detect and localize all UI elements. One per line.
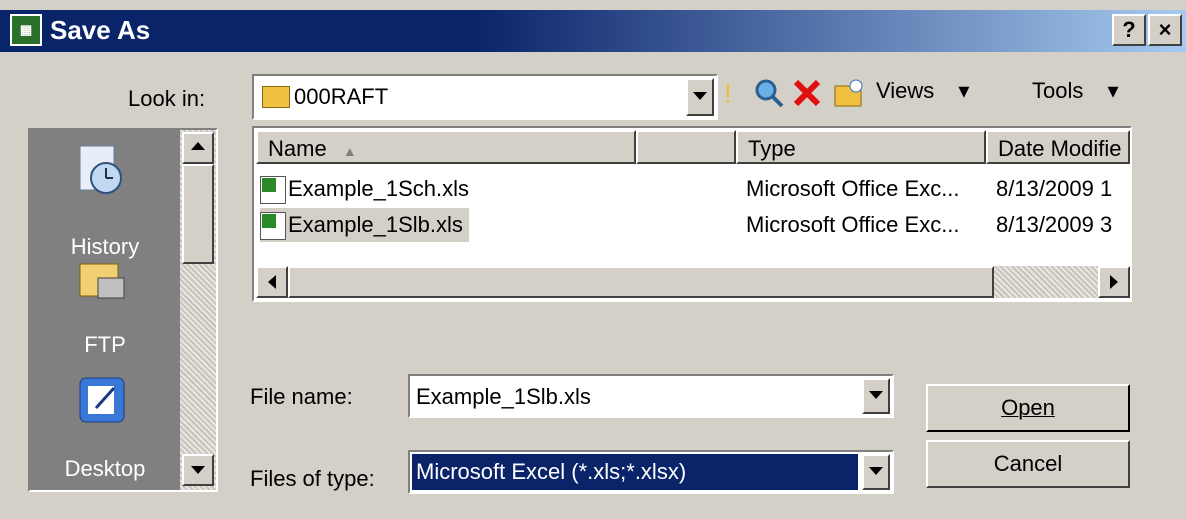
look-in-label: Look in:: [128, 86, 206, 111]
file-type-value: Microsoft Excel (*.xls;*.xlsx): [411, 453, 859, 491]
ftp-icon: [70, 260, 134, 312]
views-dropdown-icon: ▾: [958, 78, 970, 103]
scroll-right-button[interactable]: [1098, 266, 1130, 298]
file-type-label: Files of type:: [250, 466, 375, 491]
cancel-button[interactable]: Cancel: [926, 440, 1130, 488]
table-row[interactable]: Example_1Sch.xls: [260, 172, 634, 206]
look-in-dropdown-arrow[interactable]: [686, 78, 714, 116]
delete-icon[interactable]: [792, 78, 822, 108]
file-date: 8/13/2009 1: [996, 176, 1113, 201]
sort-ascending-icon: ▲: [342, 143, 357, 159]
tools-dropdown-icon: ▾: [1107, 78, 1119, 103]
history-icon: [70, 144, 134, 196]
file-type: Microsoft Office Exc...: [746, 176, 960, 201]
excel-file-icon: [260, 176, 286, 205]
file-type-select[interactable]: Microsoft Excel (*.xls;*.xlsx): [408, 450, 894, 494]
views-menu[interactable]: Views ▾: [876, 78, 969, 104]
scroll-down-button[interactable]: [182, 454, 214, 486]
folder-icon: [262, 86, 290, 108]
file-name: Example_1Slb.xls: [288, 212, 463, 237]
open-button[interactable]: Open: [926, 384, 1130, 432]
place-history[interactable]: History: [30, 234, 180, 260]
file-date: 8/13/2009 3: [996, 212, 1113, 237]
column-header-date[interactable]: Date Modifie: [986, 130, 1130, 164]
column-header-name[interactable]: Name ▲: [256, 130, 636, 164]
file-name-value: Example_1Slb.xls: [416, 384, 591, 409]
look-in-combo[interactable]: 000RAFT: [252, 74, 718, 120]
places-scrollbar[interactable]: [180, 130, 216, 490]
place-ftp[interactable]: FTP: [30, 332, 180, 358]
file-list-hscrollbar[interactable]: [256, 266, 1130, 298]
file-type: Microsoft Office Exc...: [746, 212, 960, 237]
file-name-label: File name:: [250, 384, 353, 409]
close-button[interactable]: ×: [1148, 14, 1182, 46]
open-button-label: Open: [1001, 395, 1055, 420]
file-name-dropdown-arrow[interactable]: [862, 378, 890, 414]
file-name-input[interactable]: Example_1Slb.xls: [408, 374, 894, 418]
save-as-dialog: ▦ Save As ? × Look in: 000RAFT ! Views ▾…: [0, 0, 1186, 519]
look-in-value: 000RAFT: [294, 84, 389, 109]
scroll-thumb[interactable]: [182, 164, 214, 264]
title-bar[interactable]: ▦ Save As ? ×: [0, 10, 1186, 52]
file-type-dropdown-arrow[interactable]: [862, 454, 890, 490]
column-header-size[interactable]: [636, 130, 736, 164]
search-web-icon[interactable]: [754, 78, 784, 108]
scroll-left-button[interactable]: [256, 266, 288, 298]
new-folder-icon[interactable]: [832, 76, 866, 110]
app-icon: ▦: [10, 14, 42, 46]
scroll-up-button[interactable]: [182, 132, 214, 164]
hscroll-thumb[interactable]: [288, 266, 994, 298]
table-row[interactable]: Example_1Slb.xls: [260, 208, 469, 242]
column-header-type[interactable]: Type: [736, 130, 986, 164]
place-desktop[interactable]: Desktop: [30, 456, 180, 482]
tools-label: Tools: [1032, 78, 1084, 103]
views-label: Views: [876, 78, 935, 103]
up-folder-icon[interactable]: !: [724, 78, 732, 110]
column-name-label: Name: [268, 136, 327, 161]
help-button[interactable]: ?: [1112, 14, 1146, 46]
window-title: Save As: [50, 15, 151, 45]
file-name: Example_1Sch.xls: [288, 176, 469, 201]
desktop-icon: [70, 374, 134, 426]
places-bar: History FTP Desktop: [28, 128, 218, 492]
excel-file-icon: [260, 212, 286, 241]
tools-menu[interactable]: Tools ▾: [1032, 78, 1119, 104]
file-list[interactable]: Name ▲ Type Date Modifie Example_1Sch.xl…: [252, 126, 1132, 302]
